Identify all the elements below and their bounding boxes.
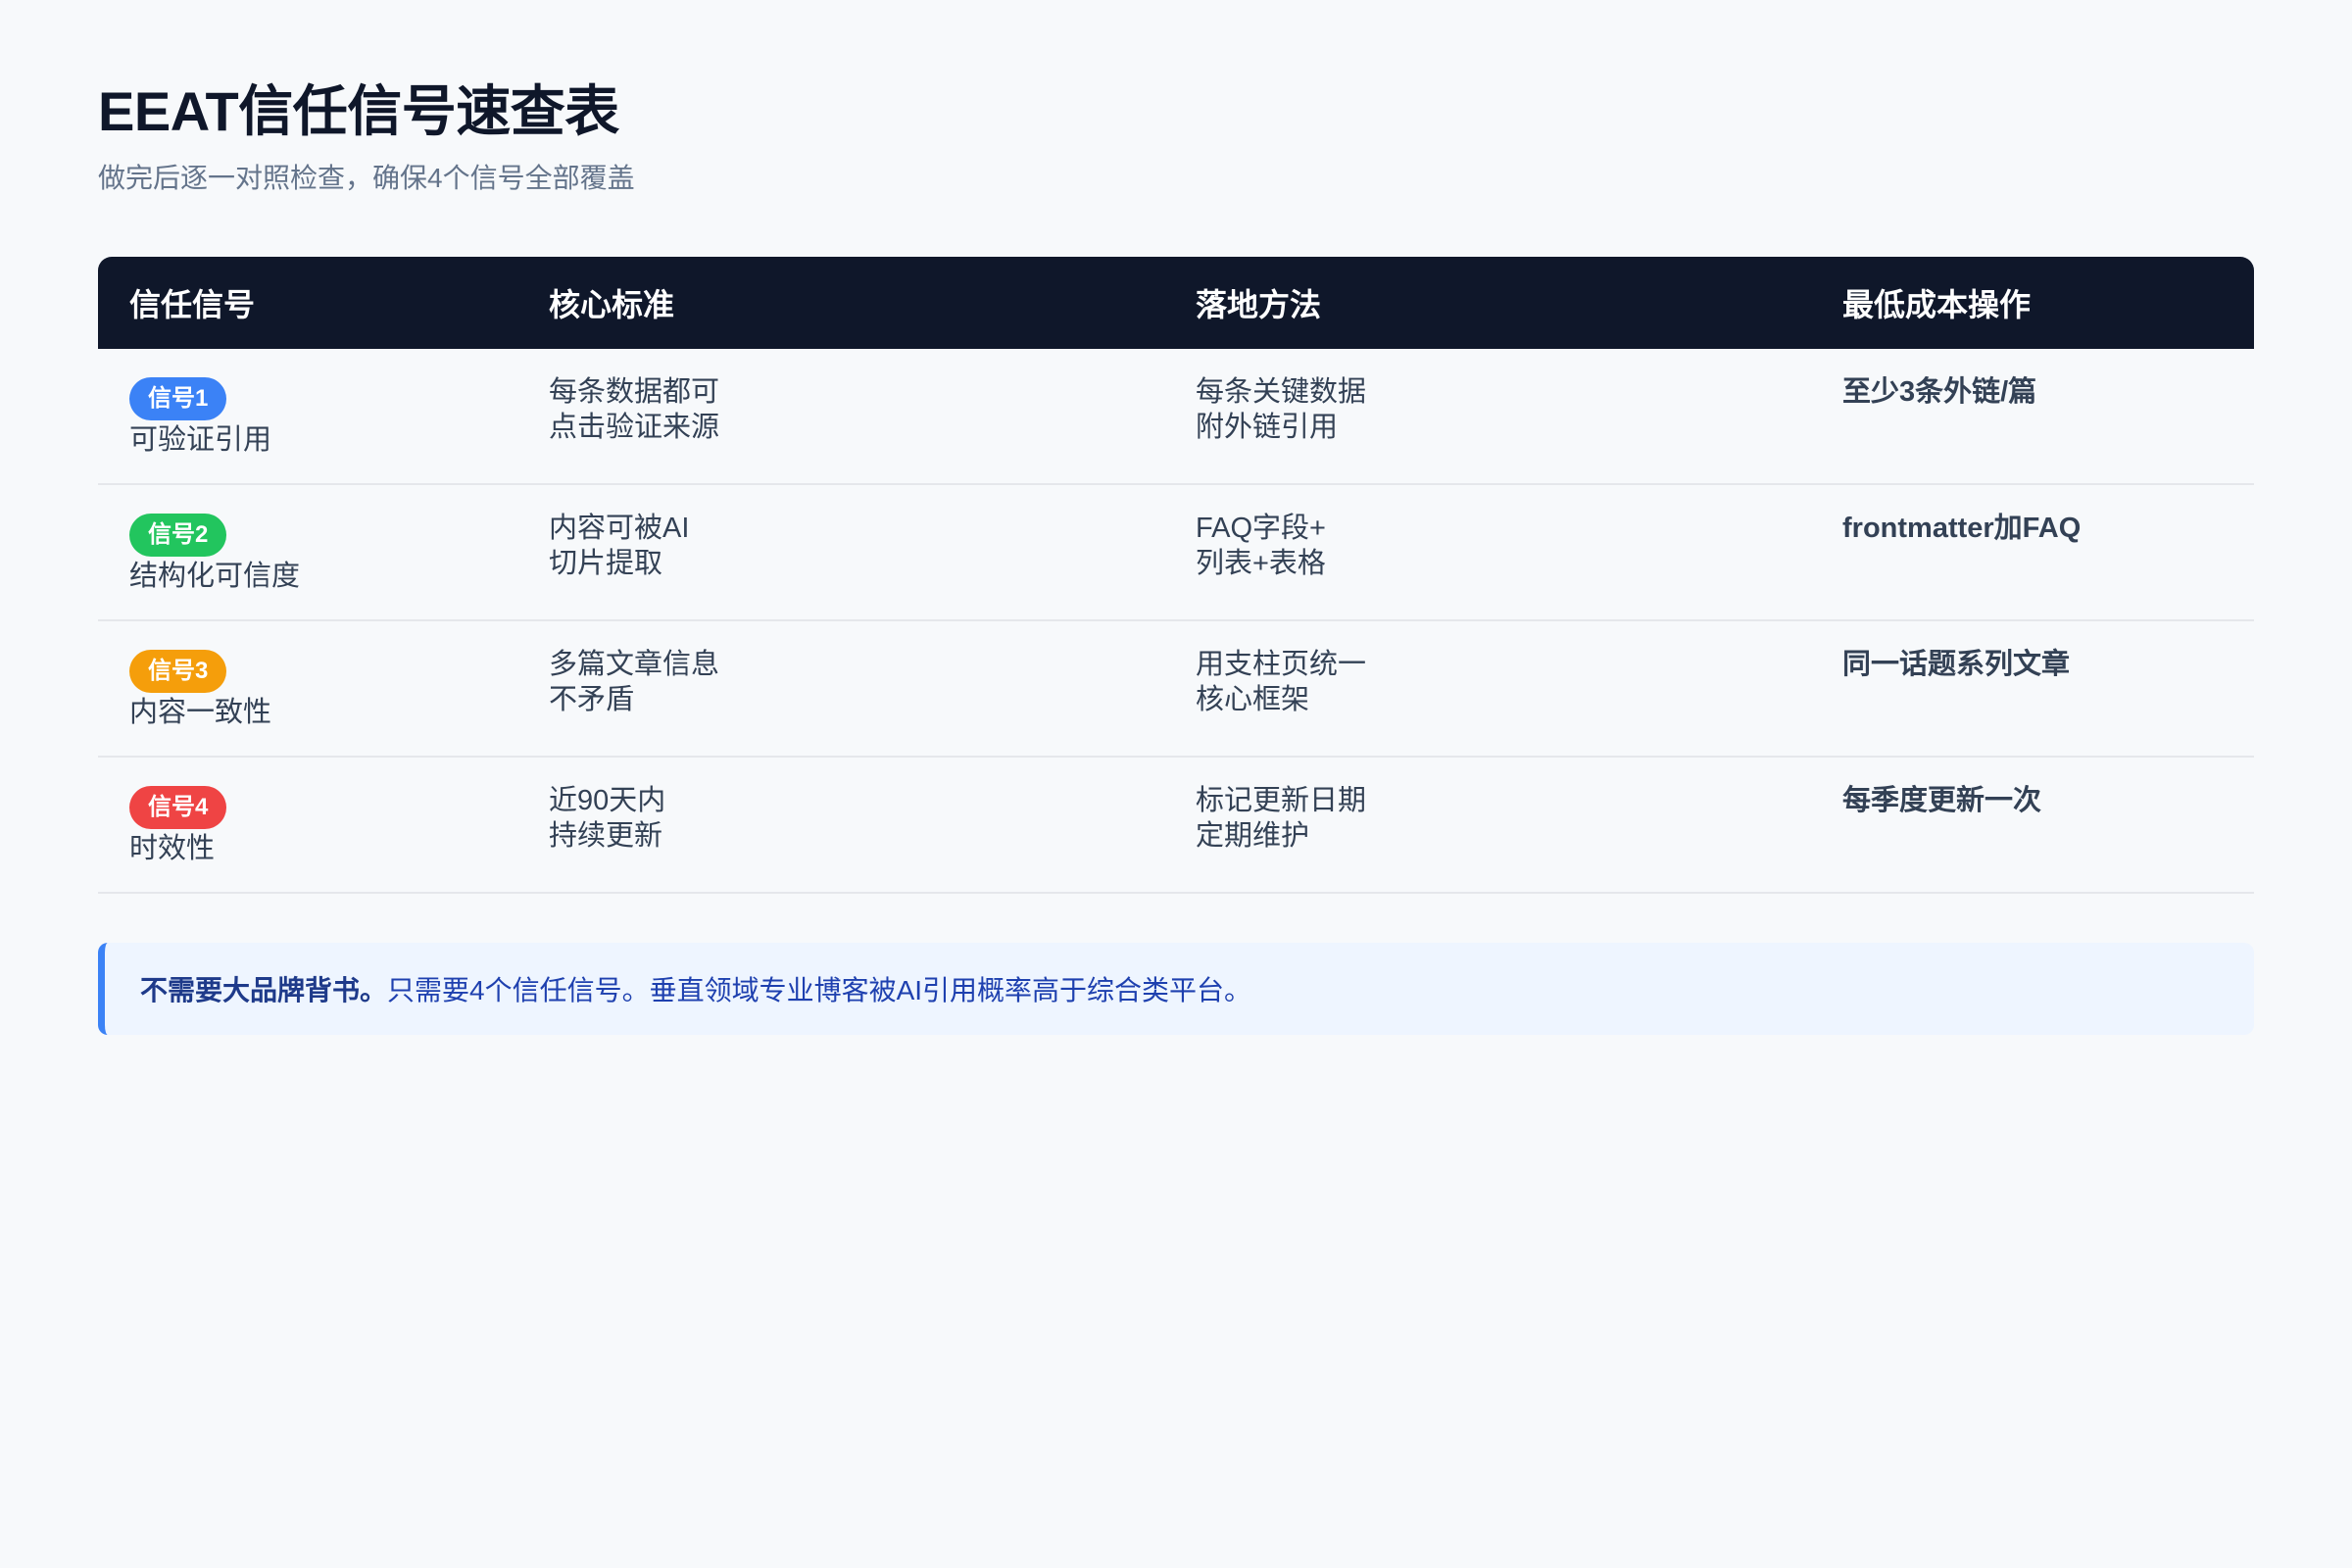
action-text: 同一话题系列文章 [1842, 649, 2071, 680]
table-row: 信号2 结构化可信度 内容可被AI 切片提取 FAQ字段+ 列表+表格 fron… [98, 485, 2254, 621]
table-row: 信号4 时效性 近90天内 持续更新 标记更新日期 定期维护 每季度更新一次 [98, 758, 2254, 894]
method-line: 列表+表格 [1196, 548, 1326, 579]
standard-line: 点击验证来源 [549, 412, 720, 443]
method-cell: 用支柱页统一 核心框架 [1164, 621, 1811, 756]
standard-cell: 每条数据都可 点击验证来源 [517, 349, 1164, 483]
table-header: 信任信号 核心标准 落地方法 最低成本操作 [98, 257, 2254, 349]
signal-cell: 信号1 可验证引用 [98, 349, 517, 483]
action-text: frontmatter加FAQ [1842, 513, 2082, 544]
standard-line: 每条数据都可 [549, 376, 720, 408]
standard-cell: 近90天内 持续更新 [517, 758, 1164, 892]
action-cell: 每季度更新一次 [1811, 758, 2254, 892]
action-cell: 至少3条外链/篇 [1811, 349, 2254, 483]
signal-cell: 信号2 结构化可信度 [98, 485, 517, 619]
signal-name: 内容一致性 [129, 697, 272, 728]
page-title: EEAT信任信号速查表 [98, 80, 619, 142]
signal-name: 可验证引用 [129, 424, 272, 456]
method-line: 每条关键数据 [1196, 376, 1367, 408]
method-line: 标记更新日期 [1196, 785, 1367, 816]
table-row: 信号1 可验证引用 每条数据都可 点击验证来源 每条关键数据 附外链引用 至少3… [98, 349, 2254, 485]
note-strong-text: 不需要大品牌背书。 [140, 975, 388, 1005]
standard-line: 多篇文章信息 [549, 649, 720, 680]
method-line: FAQ字段+ [1196, 513, 1326, 544]
signal-badge: 信号4 [129, 786, 227, 829]
method-cell: 标记更新日期 定期维护 [1164, 758, 1811, 892]
signal-badge: 信号3 [129, 650, 227, 693]
signal-badge: 信号2 [129, 514, 227, 557]
method-line: 用支柱页统一 [1196, 649, 1367, 680]
method-line: 附外链引用 [1196, 412, 1339, 443]
method-line: 核心框架 [1196, 684, 1310, 715]
standard-line: 切片提取 [549, 548, 663, 579]
standard-line: 近90天内 [549, 785, 666, 816]
signal-cell: 信号3 内容一致性 [98, 621, 517, 756]
method-line: 定期维护 [1196, 820, 1310, 852]
action-cell: 同一话题系列文章 [1811, 621, 2254, 756]
trust-signal-table: 信任信号 核心标准 落地方法 最低成本操作 信号1 可验证引用 每条数据都可 点… [98, 257, 2254, 894]
page: EEAT信任信号速查表 做完后逐一对照检查，确保4个信号全部覆盖 信任信号 核心… [0, 0, 2352, 1568]
method-cell: 每条关键数据 附外链引用 [1164, 349, 1811, 483]
standard-cell: 多篇文章信息 不矛盾 [517, 621, 1164, 756]
standard-line: 持续更新 [549, 820, 663, 852]
column-header-signal: 信任信号 [129, 287, 256, 322]
signal-badge: 信号1 [129, 377, 227, 420]
action-cell: frontmatter加FAQ [1811, 485, 2254, 619]
signal-cell: 信号4 时效性 [98, 758, 517, 892]
column-header-method: 落地方法 [1196, 287, 1322, 322]
action-text: 至少3条外链/篇 [1842, 376, 2037, 408]
page-subtitle: 做完后逐一对照检查，确保4个信号全部覆盖 [98, 163, 635, 193]
signal-name: 时效性 [129, 833, 216, 864]
column-header-standard: 核心标准 [549, 287, 675, 322]
action-text: 每季度更新一次 [1842, 785, 2042, 816]
standard-line: 内容可被AI [549, 513, 690, 544]
info-note: 不需要大品牌背书。 只需要4个信任信号。垂直领域专业博客被AI引用概率高于综合类… [98, 943, 2254, 1035]
table-row: 信号3 内容一致性 多篇文章信息 不矛盾 用支柱页统一 核心框架 同一话题系列文… [98, 621, 2254, 758]
method-cell: FAQ字段+ 列表+表格 [1164, 485, 1811, 619]
signal-name: 结构化可信度 [129, 561, 301, 592]
standard-line: 不矛盾 [549, 684, 635, 715]
standard-cell: 内容可被AI 切片提取 [517, 485, 1164, 619]
note-text: 只需要4个信任信号。垂直领域专业博客被AI引用概率高于综合类平台。 [387, 975, 1252, 1005]
column-header-action: 最低成本操作 [1842, 287, 2032, 322]
